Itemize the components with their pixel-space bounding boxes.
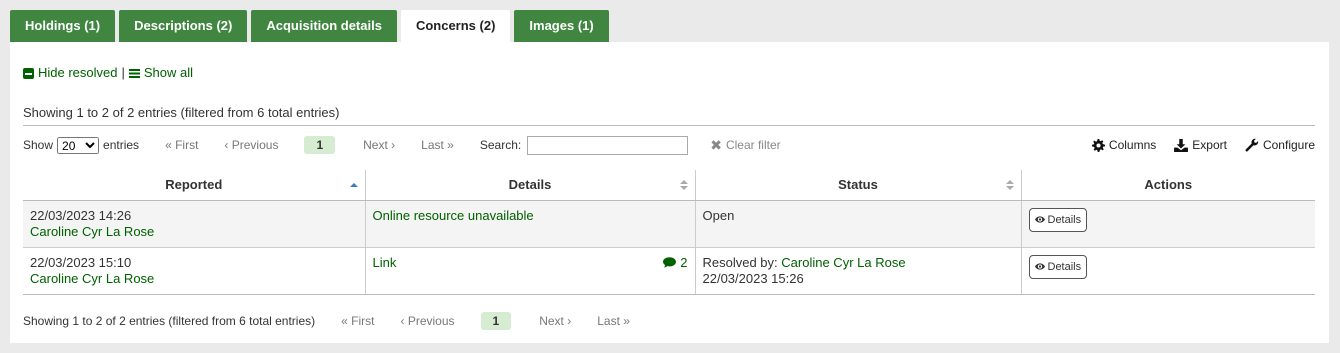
gear-icon [1091,138,1105,152]
hide-resolved-label: Hide resolved [38,65,118,80]
table-toolbar: Show 20 entries « First ‹ Previous 1 Nex… [23,134,1315,156]
header-status-label: Status [838,177,878,193]
comment-icon [663,257,677,268]
last-page-button[interactable]: Last » [421,138,454,152]
first-page-button[interactable]: « First [341,314,374,328]
next-label: Next [539,314,564,328]
sort-asc-icon [349,180,358,191]
first-label: First [175,138,199,152]
next-page-button[interactable]: Next › [539,314,571,328]
clear-filter-button[interactable]: ✖ Clear filter [710,137,780,154]
sort-icon [679,180,688,191]
details-button-label: Details [1047,260,1082,273]
search-input[interactable] [527,135,689,155]
table-info-bottom: Showing 1 to 2 of 2 entries (filtered fr… [23,314,316,328]
last-page-button[interactable]: Last » [597,314,630,328]
tab-images[interactable]: Images (1) [514,10,609,42]
reporter-link[interactable]: Caroline Cyr La Rose [30,224,358,240]
last-label: Last [421,138,444,152]
actions-cell: Details [1021,200,1315,248]
table-footer: Showing 1 to 2 of 2 entries (filtered fr… [23,312,656,330]
comment-count[interactable]: 2 [663,254,688,271]
first-label: First [351,314,375,328]
details-cell: Online resource unavailable [365,200,696,248]
search-label: Search: [479,138,522,152]
columns-button[interactable]: Columns [1091,138,1157,152]
resolve-filter-bar: Hide resolved | Show all [23,65,193,80]
show-all-label: Show all [143,65,194,80]
resolved-by-label: Resolved by: [702,254,778,270]
reporter-link[interactable]: Caroline Cyr La Rose [30,271,358,287]
concern-title-link[interactable]: Online resource unavailable [373,208,534,223]
table-header-row: Reported Details Status Actions [23,170,1315,201]
current-page-button[interactable]: 1 [304,136,336,154]
current-page-button[interactable]: 1 [480,312,512,330]
sort-icon [1005,180,1014,191]
times-icon: ✖ [710,136,722,153]
table-tools: Columns Export Configure [1091,138,1315,152]
reported-cell: 22/03/2023 15:10 Caroline Cyr La Rose [23,247,366,295]
reported-date: 22/03/2023 14:26 [30,207,132,223]
entries-label: entries [103,138,140,152]
tab-holdings[interactable]: Holdings (1) [10,10,116,42]
export-label: Export [1192,138,1227,152]
status-cell: Open [695,200,1022,248]
details-button[interactable]: Details [1028,207,1088,232]
comment-count-value: 2 [680,254,688,270]
previous-page-button[interactable]: ‹ Previous [224,138,278,152]
configure-label: Configure [1262,138,1315,152]
next-page-button[interactable]: Next › [363,138,395,152]
header-details-label: Details [508,177,552,193]
show-all-link[interactable]: Show all [128,65,194,80]
tab-descriptions[interactable]: Descriptions (2) [119,10,248,42]
bars-icon [128,69,140,79]
page-size-select[interactable]: 20 [57,136,100,154]
tab-bar: Holdings (1) Descriptions (2) Acquisitio… [10,10,609,42]
resolver-link[interactable]: Caroline Cyr La Rose [781,255,905,270]
configure-button[interactable]: Configure [1245,138,1315,152]
header-reported[interactable]: Reported [23,170,366,201]
clear-filter-label: Clear filter [725,138,781,152]
details-button-label: Details [1047,213,1082,226]
details-button[interactable]: Details [1028,254,1088,279]
actions-cell: Details [1021,247,1315,295]
show-label: Show [23,138,54,152]
previous-page-button[interactable]: ‹ Previous [401,314,455,328]
next-label: Next [363,138,388,152]
previous-label: Previous [231,138,279,152]
download-icon [1174,138,1189,152]
details-cell: Link 2 [365,247,696,295]
tab-acquisition-details[interactable]: Acquisition details [251,10,397,42]
tab-concerns[interactable]: Concerns (2) [400,10,511,42]
wrench-icon [1245,138,1259,152]
table-info: Showing 1 to 2 of 2 entries (filtered fr… [23,105,340,120]
header-actions: Actions [1021,170,1315,201]
eye-icon [1034,216,1045,223]
pagination-bottom: « First ‹ Previous 1 Next › Last » [341,312,656,330]
reported-date: 22/03/2023 15:10 [30,254,132,270]
last-label: Last [597,314,620,328]
divider [23,125,1315,126]
table-row: 22/03/2023 15:10 Caroline Cyr La Rose Li… [23,247,1315,295]
filter-separator: | [121,65,125,80]
minus-square-icon [23,68,34,80]
header-details[interactable]: Details [365,170,696,201]
header-reported-label: Reported [165,177,223,193]
columns-label: Columns [1108,138,1157,152]
concerns-table: Reported Details Status Actions 22/03/20… [23,170,1315,295]
header-status[interactable]: Status [695,170,1022,201]
pagination-top: « First ‹ Previous 1 Next › Last » [165,136,472,154]
concern-title-link[interactable]: Link [373,255,397,270]
eye-icon [1034,263,1045,270]
hide-resolved-link[interactable]: Hide resolved [23,65,118,80]
previous-label: Previous [407,314,455,328]
export-button[interactable]: Export [1174,138,1227,152]
reported-cell: 22/03/2023 14:26 Caroline Cyr La Rose [23,200,366,248]
table-row: 22/03/2023 14:26 Caroline Cyr La Rose On… [23,200,1315,248]
resolved-date: 22/03/2023 15:26 [702,270,804,286]
status-text: Open [702,207,735,223]
concerns-panel: Hide resolved | Show all Showing 1 to 2 … [10,42,1329,343]
first-page-button[interactable]: « First [165,138,198,152]
status-cell: Resolved by: Caroline Cyr La Rose 22/03/… [695,247,1022,295]
